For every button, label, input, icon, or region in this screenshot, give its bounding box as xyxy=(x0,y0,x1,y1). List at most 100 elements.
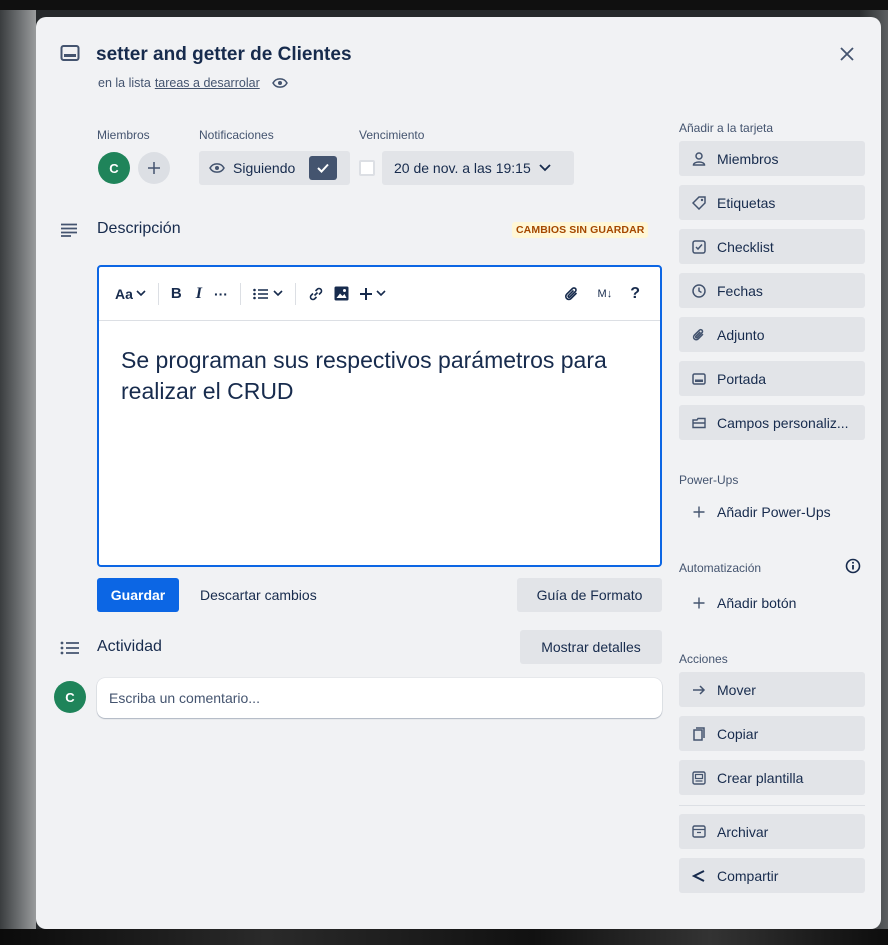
add-powerups-button[interactable]: Añadir Power-Ups xyxy=(679,494,865,529)
description-title: Descripción xyxy=(97,220,181,237)
italic-label: I xyxy=(195,284,202,302)
save-button[interactable]: Guardar xyxy=(97,578,179,612)
more-label: ··· xyxy=(213,285,228,302)
image-icon xyxy=(334,286,349,301)
copy-button[interactable]: Copiar xyxy=(679,716,865,751)
sidebar-cover-button[interactable]: Portada xyxy=(679,361,865,396)
sidebar-attachment-button[interactable]: Adjunto xyxy=(679,317,865,352)
toolbar-right-group: M↓ ? xyxy=(564,267,640,321)
card-list-info: en la lista tareas a desarrolar xyxy=(98,76,288,90)
sidebar-members-label: Miembros xyxy=(717,150,779,167)
archive-button[interactable]: Archivar xyxy=(679,814,865,849)
archive-icon xyxy=(691,824,707,840)
link-button[interactable] xyxy=(308,286,324,302)
chevron-down-icon xyxy=(136,290,146,297)
toolbar-divider xyxy=(239,282,241,305)
sidebar-custom-fields-label: Campos personaliz... xyxy=(717,414,849,431)
sidebar-attachment-label: Adjunto xyxy=(717,326,765,343)
arrow-right-icon xyxy=(691,682,707,698)
list-link[interactable]: tareas a desarrolar xyxy=(155,76,260,90)
watch-button[interactable]: Siguiendo xyxy=(199,151,350,185)
add-to-card-label: Añadir a la tarjeta xyxy=(679,121,774,135)
add-member-button[interactable] xyxy=(138,152,170,184)
format-guide-button[interactable]: Guía de Formato xyxy=(517,578,662,612)
plus-icon xyxy=(359,287,372,300)
create-template-label: Crear plantilla xyxy=(717,769,804,786)
add-button-button[interactable]: Añadir botón xyxy=(679,585,865,620)
create-template-button[interactable]: Crear plantilla xyxy=(679,760,865,795)
move-label: Mover xyxy=(717,681,756,698)
actions-divider xyxy=(679,805,865,806)
sidebar-dates-button[interactable]: Fechas xyxy=(679,273,865,308)
comment-input[interactable]: Escriba un comentario... xyxy=(97,678,662,718)
card-title[interactable]: setter and getter de Clientes xyxy=(96,44,352,66)
copy-label: Copiar xyxy=(717,725,759,742)
actions-label: Acciones xyxy=(679,652,728,666)
sidebar-members-button[interactable]: Miembros xyxy=(679,141,865,176)
bold-button[interactable]: B xyxy=(171,285,182,302)
notifications-label: Notificaciones xyxy=(199,128,274,142)
card-icon xyxy=(60,44,80,62)
members-label: Miembros xyxy=(97,128,150,142)
comment-avatar: C xyxy=(54,681,86,713)
add-button-label: Añadir botón xyxy=(717,594,797,611)
share-button[interactable]: Compartir xyxy=(679,858,865,893)
toolbar-divider xyxy=(157,282,159,305)
text-style-button[interactable]: Aa xyxy=(115,286,146,302)
eye-icon xyxy=(209,162,225,174)
due-date-button[interactable]: 20 de nov. a las 19:15 xyxy=(382,151,574,185)
activity-icon xyxy=(60,640,80,656)
description-editor[interactable]: Aa B I ··· M↓ ? Se programan sus respect… xyxy=(97,265,662,567)
info-icon[interactable] xyxy=(845,558,861,574)
paperclip-icon xyxy=(564,287,577,301)
sidebar-labels-button[interactable]: Etiquetas xyxy=(679,185,865,220)
template-icon xyxy=(691,770,707,786)
activity-title: Actividad xyxy=(97,638,162,655)
description-icon xyxy=(60,222,78,238)
image-button[interactable] xyxy=(334,286,349,301)
toolbar-divider xyxy=(294,282,296,305)
close-icon xyxy=(840,47,854,61)
cover-icon xyxy=(691,371,707,387)
plus-icon xyxy=(148,162,160,174)
more-formatting-button[interactable]: ··· xyxy=(214,286,228,302)
archive-label: Archivar xyxy=(717,823,769,840)
automation-label: Automatización xyxy=(679,561,762,575)
text-style-label: Aa xyxy=(115,285,133,302)
link-icon xyxy=(309,287,323,300)
insert-button[interactable] xyxy=(359,287,386,301)
bullet-list-icon xyxy=(253,288,268,299)
close-button[interactable] xyxy=(832,39,862,69)
copy-icon xyxy=(691,726,707,742)
plus-icon xyxy=(691,504,707,520)
member-avatar[interactable]: C xyxy=(98,152,130,184)
add-powerups-label: Añadir Power-Ups xyxy=(717,503,831,520)
move-button[interactable]: Mover xyxy=(679,672,865,707)
card-detail-modal: setter and getter de Clientes en la list… xyxy=(36,17,881,929)
sidebar-labels-label: Etiquetas xyxy=(717,194,776,211)
editor-toolbar: Aa B I ··· M↓ ? xyxy=(99,267,660,321)
help-label: ? xyxy=(630,285,640,302)
watching-check-icon xyxy=(309,156,338,180)
sidebar-checklist-button[interactable]: Checklist xyxy=(679,229,865,264)
discard-changes-button[interactable]: Descartar cambios xyxy=(200,578,317,612)
watching-eye-icon xyxy=(271,77,288,89)
share-label: Compartir xyxy=(717,867,779,884)
share-icon xyxy=(691,868,707,884)
italic-button[interactable]: I xyxy=(196,285,202,303)
sidebar-custom-fields-button[interactable]: Campos personaliz... xyxy=(679,405,865,440)
chevron-down-icon xyxy=(376,290,386,297)
custom-fields-icon xyxy=(691,415,707,431)
chevron-down-icon xyxy=(539,164,551,172)
attach-button[interactable] xyxy=(564,286,580,302)
powerups-label: Power-Ups xyxy=(679,473,739,487)
show-details-button[interactable]: Mostrar detalles xyxy=(520,630,662,664)
help-button[interactable]: ? xyxy=(630,285,640,303)
due-complete-checkbox[interactable] xyxy=(359,160,375,176)
description-content[interactable]: Se programan sus respectivos parámetros … xyxy=(99,321,660,431)
bold-label: B xyxy=(170,285,182,302)
markdown-label: M↓ xyxy=(597,288,613,300)
markdown-button[interactable]: M↓ xyxy=(598,288,613,300)
person-icon xyxy=(691,151,707,167)
list-button[interactable] xyxy=(253,288,283,300)
